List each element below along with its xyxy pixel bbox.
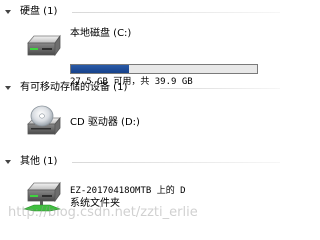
computer-drives-view: 硬盘 (1) 本地磁盘 (C:) 27.5 GB 可用，共 39.9 GB 有可… bbox=[0, 0, 282, 235]
drive-name: EZ-20170418OMTB 上的 D bbox=[70, 186, 186, 196]
cd-drive-icon bbox=[27, 105, 61, 136]
drive-item-cd-d[interactable]: CD 驱动器 (D:) bbox=[0, 100, 282, 148]
drive-type: 系统文件夹 bbox=[70, 198, 120, 209]
chevron-down-icon[interactable] bbox=[5, 160, 11, 164]
group-header-hard-disks[interactable]: 硬盘 (1) bbox=[0, 5, 282, 19]
group-header-removable-storage[interactable]: 有可移动存储的设备 (1) bbox=[0, 81, 282, 95]
group-divider bbox=[72, 12, 280, 13]
disk-usage-bar-fill bbox=[71, 65, 129, 73]
group-label: 有可移动存储的设备 (1) bbox=[20, 82, 128, 93]
disk-usage-bar bbox=[70, 64, 258, 74]
chevron-down-icon[interactable] bbox=[5, 10, 11, 14]
group-header-other[interactable]: 其他 (1) bbox=[0, 155, 282, 169]
group-divider bbox=[72, 162, 280, 163]
drive-name: 本地磁盘 (C:) bbox=[70, 28, 132, 39]
drive-name: CD 驱动器 (D:) bbox=[70, 117, 140, 128]
group-label: 其他 (1) bbox=[20, 156, 58, 167]
drive-item-local-disk-c[interactable]: 本地磁盘 (C:) 27.5 GB 可用，共 39.9 GB bbox=[0, 20, 282, 87]
chevron-down-icon[interactable] bbox=[5, 86, 11, 90]
network-drive-item[interactable]: EZ-20170418OMTB 上的 D 系统文件夹 bbox=[0, 176, 282, 216]
group-label: 硬盘 (1) bbox=[20, 6, 58, 17]
network-drive-icon bbox=[22, 181, 62, 212]
group-divider bbox=[160, 88, 280, 89]
hard-drive-icon bbox=[27, 34, 61, 57]
